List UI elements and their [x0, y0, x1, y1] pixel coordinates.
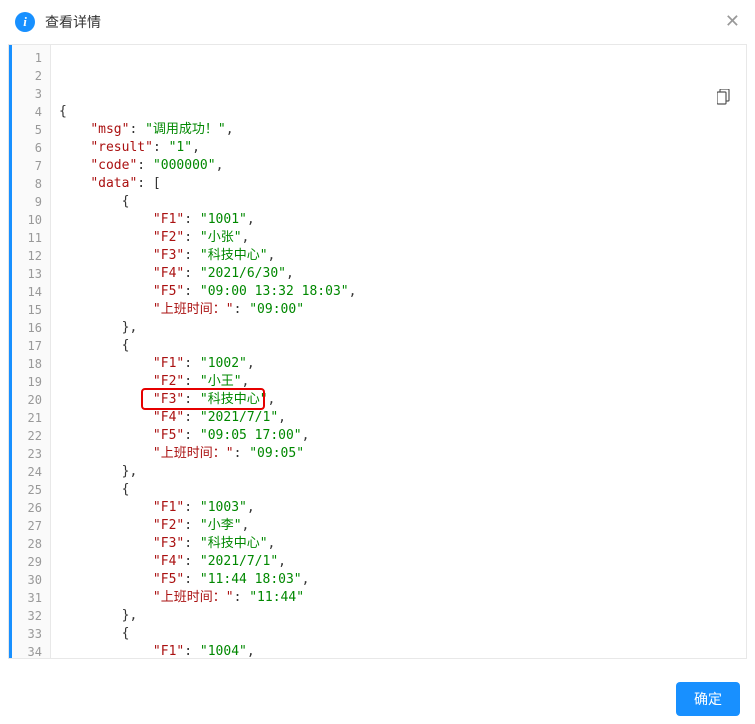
code-line: "F3": "科技中心",: [59, 535, 738, 553]
line-number: 19: [12, 373, 42, 391]
code-line: "data": [: [59, 175, 738, 193]
line-number: 24: [12, 463, 42, 481]
code-line: },: [59, 463, 738, 481]
line-number: 3: [12, 85, 42, 103]
line-number: 23: [12, 445, 42, 463]
code-line: {: [59, 481, 738, 499]
line-number: 32: [12, 607, 42, 625]
line-number: 33: [12, 625, 42, 643]
code-line: "F2": "小李",: [59, 517, 738, 535]
info-icon: i: [15, 12, 35, 32]
confirm-button[interactable]: 确定: [676, 682, 740, 716]
line-number: 15: [12, 301, 42, 319]
code-line: {: [59, 103, 738, 121]
dialog-title: 查看详情: [45, 12, 101, 32]
line-number: 20: [12, 391, 42, 409]
line-number: 10: [12, 211, 42, 229]
line-number: 30: [12, 571, 42, 589]
code-line: {: [59, 193, 738, 211]
line-number-gutter: 1234567891011121314151617181920212223242…: [9, 45, 51, 658]
line-number: 28: [12, 535, 42, 553]
code-line: "F3": "科技中心",: [59, 391, 738, 409]
line-number: 34: [12, 643, 42, 659]
code-line: "F5": "11:44 18:03",: [59, 571, 738, 589]
line-number: 2: [12, 67, 42, 85]
line-number: 16: [12, 319, 42, 337]
line-number: 17: [12, 337, 42, 355]
code-line: "F1": "1002",: [59, 355, 738, 373]
line-number: 7: [12, 157, 42, 175]
code-line: "F3": "科技中心",: [59, 247, 738, 265]
line-number: 13: [12, 265, 42, 283]
close-icon[interactable]: ✕: [725, 12, 740, 30]
code-line: "上班时间：": "11:44": [59, 589, 738, 607]
code-line: "F5": "09:05 17:00",: [59, 427, 738, 445]
code-line: "F2": "小王",: [59, 373, 738, 391]
code-line: "F1": "1004",: [59, 643, 738, 659]
line-number: 9: [12, 193, 42, 211]
line-number: 31: [12, 589, 42, 607]
code-content[interactable]: { "msg": "调用成功！", "result": "1", "code":…: [51, 45, 746, 658]
line-number: 26: [12, 499, 42, 517]
line-number: 8: [12, 175, 42, 193]
code-line: "result": "1",: [59, 139, 738, 157]
line-number: 18: [12, 355, 42, 373]
line-number: 22: [12, 427, 42, 445]
code-line: },: [59, 607, 738, 625]
line-number: 21: [12, 409, 42, 427]
code-line: {: [59, 337, 738, 355]
copy-icon[interactable]: [717, 53, 731, 69]
code-line: "F1": "1001",: [59, 211, 738, 229]
code-line: "F4": "2021/7/1",: [59, 409, 738, 427]
code-line: "F4": "2021/6/30",: [59, 265, 738, 283]
line-number: 6: [12, 139, 42, 157]
line-number: 29: [12, 553, 42, 571]
line-number: 14: [12, 283, 42, 301]
code-line: {: [59, 625, 738, 643]
code-viewer: 1234567891011121314151617181920212223242…: [8, 44, 747, 659]
code-line: "F4": "2021/7/1",: [59, 553, 738, 571]
line-number: 1: [12, 49, 42, 67]
code-line: },: [59, 319, 738, 337]
code-line: "code": "000000",: [59, 157, 738, 175]
code-line: "F1": "1003",: [59, 499, 738, 517]
line-number: 11: [12, 229, 42, 247]
line-number: 4: [12, 103, 42, 121]
line-number: 5: [12, 121, 42, 139]
code-line: "上班时间：": "09:00": [59, 301, 738, 319]
line-number: 12: [12, 247, 42, 265]
code-line: "上班时间：": "09:05": [59, 445, 738, 463]
line-number: 27: [12, 517, 42, 535]
code-line: "F5": "09:00 13:32 18:03",: [59, 283, 738, 301]
dialog-header: i 查看详情 ✕: [0, 0, 755, 44]
code-line: "msg": "调用成功！",: [59, 121, 738, 139]
code-line: "F2": "小张",: [59, 229, 738, 247]
line-number: 25: [12, 481, 42, 499]
dialog-footer: 确定: [676, 682, 740, 716]
